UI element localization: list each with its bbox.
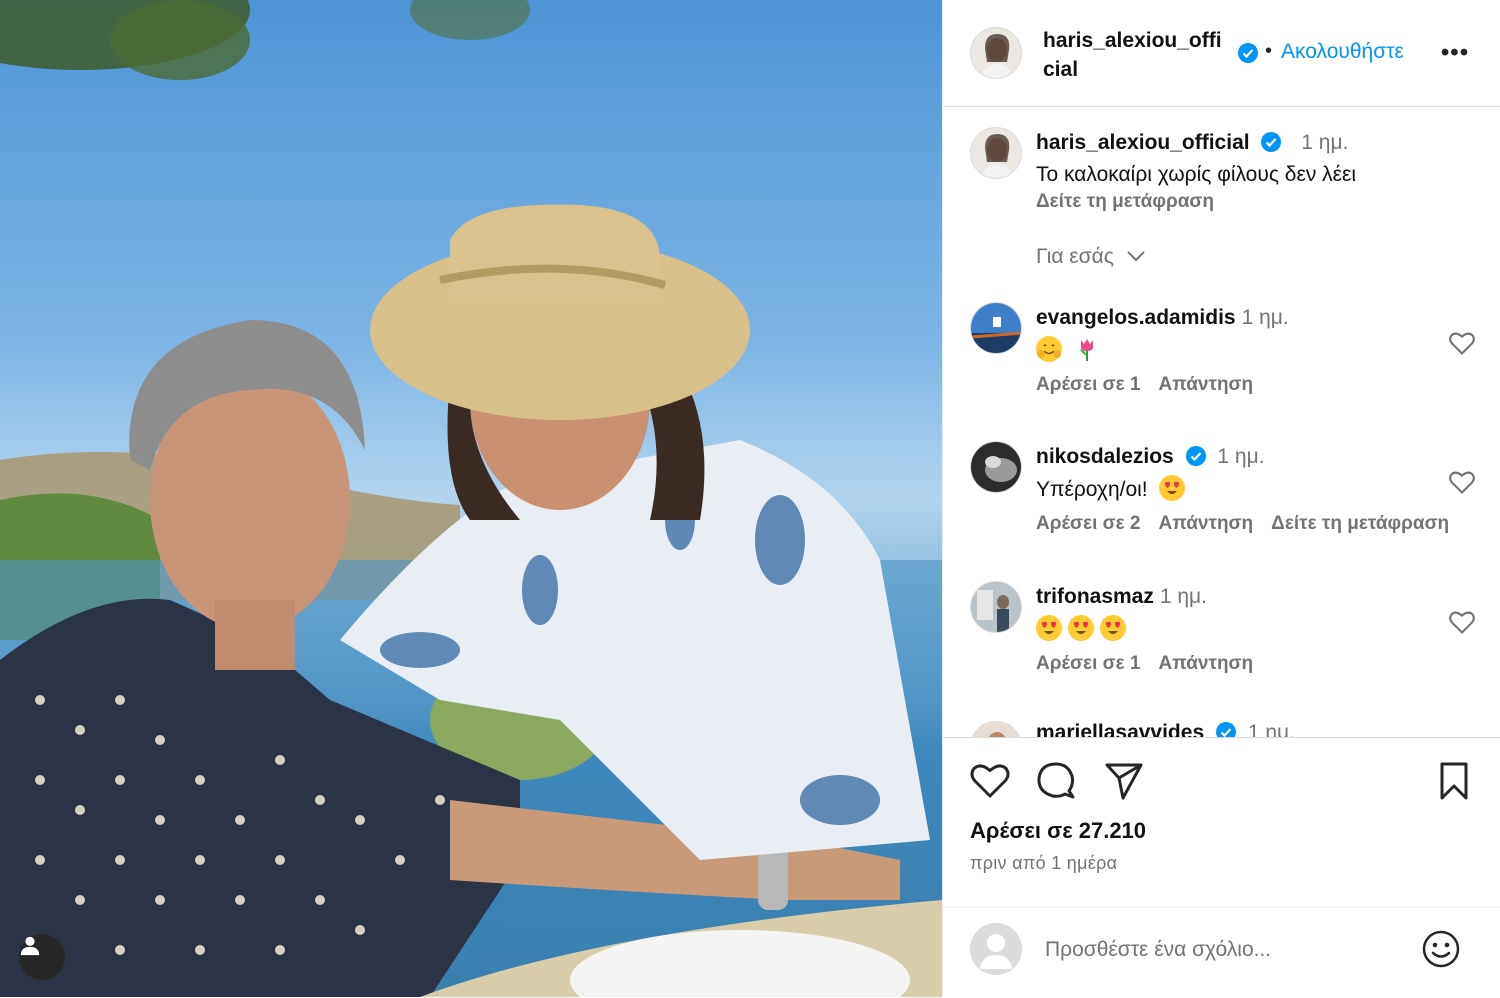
photo-illustration — [0, 0, 942, 997]
heart-eyes-emoji — [1159, 475, 1186, 501]
post-photo[interactable] — [0, 0, 942, 997]
comment-like-heart-icon[interactable] — [1448, 469, 1476, 495]
reply-button[interactable]: Απάντηση — [1158, 513, 1253, 534]
comment-time[interactable]: 1 ημ. — [1217, 445, 1264, 468]
tulip-emoji — [1074, 336, 1100, 362]
comment-time[interactable]: 1 ημ. — [1248, 721, 1295, 737]
emoji-smile-icon[interactable] — [1421, 929, 1461, 969]
heart-eyes-emoji — [1100, 615, 1126, 641]
comment-username[interactable]: nikosdalezios — [1036, 445, 1174, 468]
add-comment-input[interactable] — [1043, 930, 1407, 970]
header-separator: • — [1265, 40, 1273, 62]
chevron-down-icon — [1127, 251, 1145, 262]
reply-button[interactable]: Απάντηση — [1158, 653, 1253, 674]
comment-username-row: mariellasavvides 1 ημ. — [1036, 721, 1295, 737]
comment-text — [1036, 615, 1132, 642]
comment-likes[interactable]: Αρέσει σε 2 — [1036, 513, 1140, 534]
save-bookmark-icon[interactable] — [1433, 760, 1475, 802]
caption-username-row: haris_alexiou_official 1 ημ. — [1036, 131, 1348, 155]
comment-text-words: Υπέροχη/οι! — [1036, 478, 1148, 501]
comment-likes[interactable]: Αρέσει σε 1 — [1036, 653, 1140, 674]
instagram-post-view: haris_alexiou_official • Ακολουθήστε •••… — [0, 0, 1500, 997]
comment-text: Υπέροχη/οι! — [1036, 475, 1191, 502]
verified-badge-icon — [1185, 446, 1206, 466]
caption-username[interactable]: haris_alexiou_official — [1036, 131, 1250, 154]
post-actions: Αρέσει σε 27.210 πριν από 1 ημέρα — [943, 737, 1500, 908]
post-side-panel: haris_alexiou_official • Ακολουθήστε •••… — [942, 0, 1500, 997]
post-timestamp[interactable]: πριν από 1 ημέρα — [970, 853, 1117, 874]
comment-like-heart-icon[interactable] — [1448, 609, 1476, 635]
more-horizontal-icon[interactable]: ••• — [1439, 38, 1471, 68]
comment-username[interactable]: trifonasmaz — [1036, 585, 1154, 608]
commenter-avatar[interactable] — [970, 302, 1022, 354]
author-avatar[interactable] — [970, 27, 1022, 79]
caption-time[interactable]: 1 ημ. — [1301, 131, 1348, 154]
comment-username-row: nikosdalezios 1 ημ. — [1036, 445, 1265, 469]
comment-username-row: evangelos.adamidis 1 ημ. — [1036, 306, 1289, 330]
comment-translate-link[interactable]: Δείτε τη μετάφραση — [1271, 513, 1449, 534]
follow-button[interactable]: Ακολουθήστε — [1281, 40, 1404, 64]
hugging-face-emoji — [1036, 336, 1062, 362]
commenter-avatar[interactable] — [970, 581, 1022, 633]
comment-username[interactable]: evangelos.adamidis — [1036, 306, 1236, 329]
comment-text — [1036, 336, 1106, 363]
share-send-icon[interactable] — [1103, 760, 1145, 802]
heart-eyes-emoji — [1036, 615, 1062, 641]
comment-bubble-icon[interactable] — [1035, 760, 1077, 802]
comments-list[interactable]: haris_alexiou_official 1 ημ. Το καλοκαίρ… — [943, 107, 1500, 737]
comment-likes[interactable]: Αρέσει σε 1 — [1036, 374, 1140, 395]
comment-time[interactable]: 1 ημ. — [1160, 585, 1207, 608]
comments-filter[interactable]: Για εσάς — [1036, 245, 1146, 269]
caption-text: Το καλοκαίρι χωρίς φίλους δεν λέει — [1036, 163, 1357, 186]
comments-filter-label: Για εσάς — [1036, 245, 1114, 268]
comment-username-row: trifonasmaz 1 ημ. — [1036, 585, 1207, 609]
comment-actions: Αρέσει σε 2 Απάντηση Δείτε τη μετάφραση — [1036, 513, 1467, 535]
verified-badge-icon — [1215, 722, 1236, 737]
author-username[interactable]: haris_alexiou_official — [1043, 26, 1233, 84]
comment-actions: Αρέσει σε 1 Απάντηση — [1036, 653, 1271, 675]
commenter-avatar[interactable] — [970, 721, 1022, 737]
likes-count[interactable]: Αρέσει σε 27.210 — [970, 818, 1146, 844]
tagged-user-icon[interactable] — [19, 934, 65, 980]
add-comment-bar — [943, 907, 1500, 998]
caption-avatar[interactable] — [970, 127, 1022, 179]
post-header: haris_alexiou_official • Ακολουθήστε ••• — [943, 0, 1500, 107]
caption-translate-link[interactable]: Δείτε τη μετάφραση — [1036, 191, 1214, 213]
verified-badge-icon — [1238, 43, 1258, 63]
comment-actions: Αρέσει σε 1 Απάντηση — [1036, 374, 1271, 396]
like-heart-icon[interactable] — [969, 760, 1011, 802]
comment-username[interactable]: mariellasavvides — [1036, 721, 1204, 737]
verified-badge-icon — [1261, 132, 1282, 152]
commenter-avatar[interactable] — [970, 441, 1022, 493]
reply-button[interactable]: Απάντηση — [1158, 374, 1253, 395]
comment-time[interactable]: 1 ημ. — [1242, 306, 1289, 329]
heart-eyes-emoji — [1068, 615, 1094, 641]
comment-like-heart-icon[interactable] — [1448, 330, 1476, 356]
current-user-avatar — [970, 923, 1022, 975]
